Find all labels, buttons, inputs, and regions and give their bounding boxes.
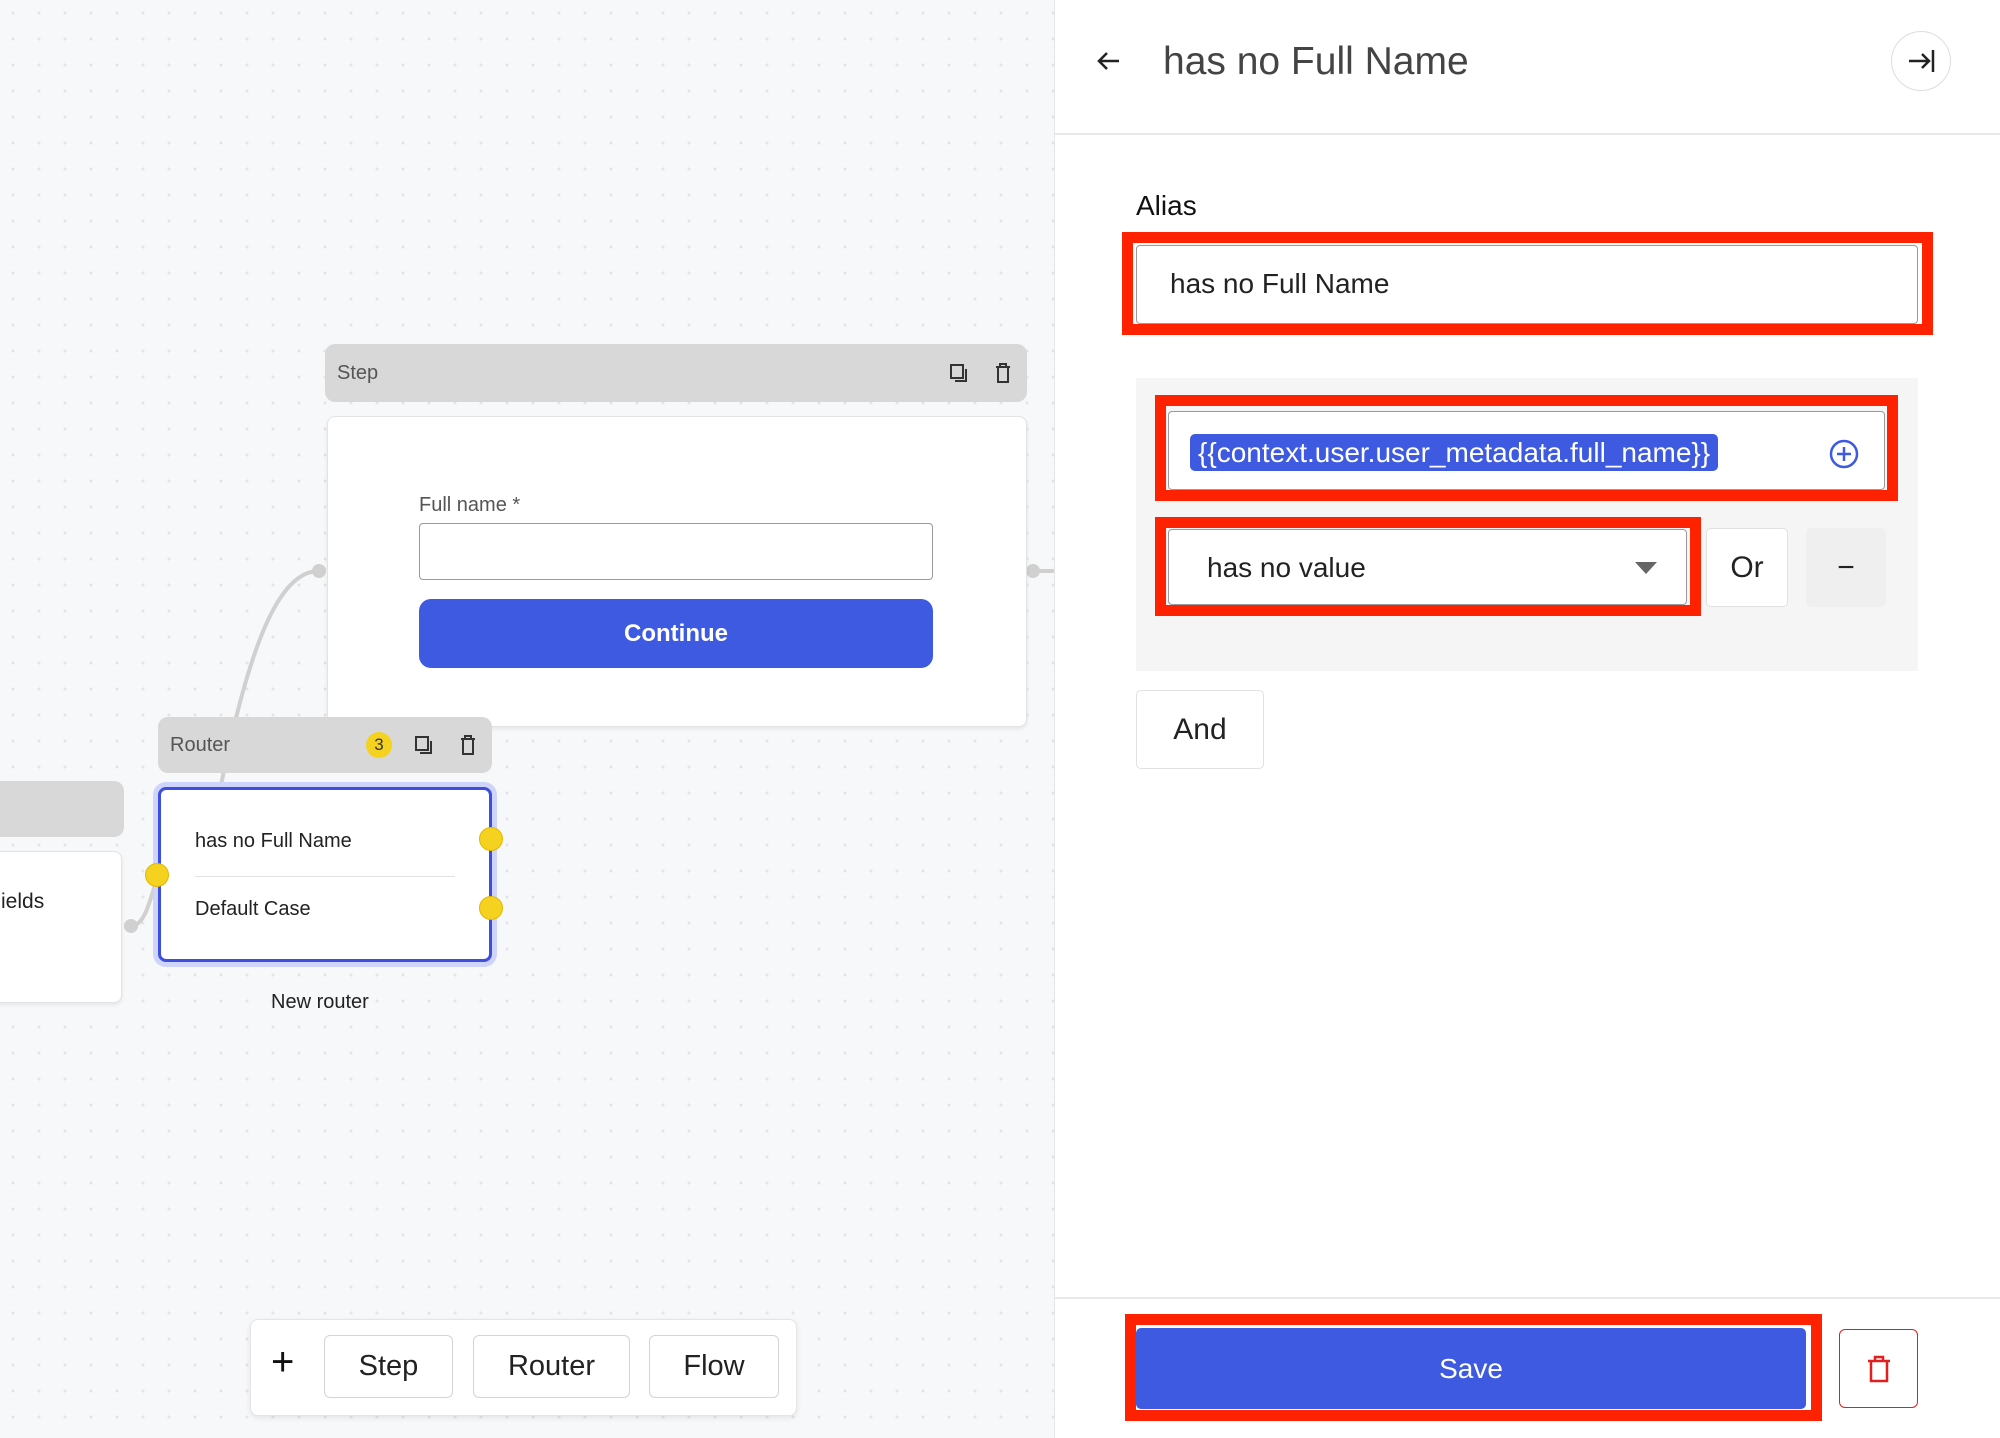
left-node-text: ields — [1, 890, 45, 913]
alias-input[interactable]: has no Full Name — [1136, 245, 1918, 324]
variable-input[interactable]: {{context.user.user_metadata.full_name}} — [1168, 411, 1885, 490]
delete-button[interactable] — [1839, 1329, 1918, 1408]
step-node[interactable]: Full name * Continue — [327, 416, 1027, 727]
router-badge: 3 — [366, 732, 392, 758]
router-input-port[interactable] — [145, 863, 169, 887]
operator-select[interactable]: has no value — [1168, 529, 1687, 605]
operator-value: has no value — [1207, 552, 1366, 583]
router-node-title: Router — [170, 733, 231, 756]
trash-icon[interactable] — [456, 733, 480, 757]
left-node[interactable]: ields — [0, 851, 122, 1003]
divider — [1055, 133, 2000, 135]
collapse-right-icon — [1909, 50, 1935, 72]
remove-condition-button[interactable]: − — [1806, 528, 1886, 607]
add-variable-icon[interactable] — [1828, 438, 1860, 470]
case-output-port[interactable] — [479, 827, 503, 851]
add-flow-button[interactable]: Flow — [649, 1335, 779, 1398]
add-step-button[interactable]: Step — [324, 1335, 453, 1398]
router-node[interactable]: has no Full Name Default Case — [158, 787, 492, 962]
case-output-port[interactable] — [479, 896, 503, 920]
step-node-header[interactable]: Step — [325, 344, 1027, 402]
add-router-button[interactable]: Router — [473, 1335, 630, 1398]
full-name-input[interactable] — [419, 523, 933, 580]
trash-icon[interactable] — [991, 361, 1015, 385]
divider — [195, 876, 455, 877]
trash-icon — [1867, 1355, 1890, 1382]
router-case-panel: has no Full Name Alias has no Full Name … — [1054, 0, 2000, 1438]
save-button[interactable]: Save — [1136, 1328, 1806, 1409]
router-case[interactable]: has no Full Name — [195, 830, 352, 853]
back-arrow-icon[interactable] — [1095, 47, 1123, 75]
router-case[interactable]: Default Case — [195, 898, 311, 921]
router-caption: New router — [271, 991, 369, 1013]
add-icon[interactable]: + — [271, 1340, 294, 1385]
collapse-panel-button[interactable] — [1891, 31, 1951, 91]
variable-token[interactable]: {{context.user.user_metadata.full_name}} — [1190, 434, 1719, 471]
left-node-header[interactable] — [0, 781, 124, 837]
chevron-down-icon — [1635, 562, 1657, 574]
copy-icon[interactable] — [412, 733, 436, 757]
flow-canvas[interactable]: ields Step Full name * Continue Router 3… — [0, 0, 1054, 1438]
panel-title: has no Full Name — [1163, 40, 1469, 83]
copy-icon[interactable] — [947, 361, 971, 385]
step-node-title: Step — [337, 361, 379, 384]
router-node-header[interactable]: Router 3 — [158, 717, 492, 773]
and-button[interactable]: And — [1136, 690, 1264, 769]
alias-label: Alias — [1136, 190, 1197, 221]
continue-button[interactable]: Continue — [419, 599, 933, 668]
divider — [1055, 1297, 2000, 1299]
full-name-label: Full name * — [419, 494, 521, 516]
or-button[interactable]: Or — [1706, 528, 1788, 607]
